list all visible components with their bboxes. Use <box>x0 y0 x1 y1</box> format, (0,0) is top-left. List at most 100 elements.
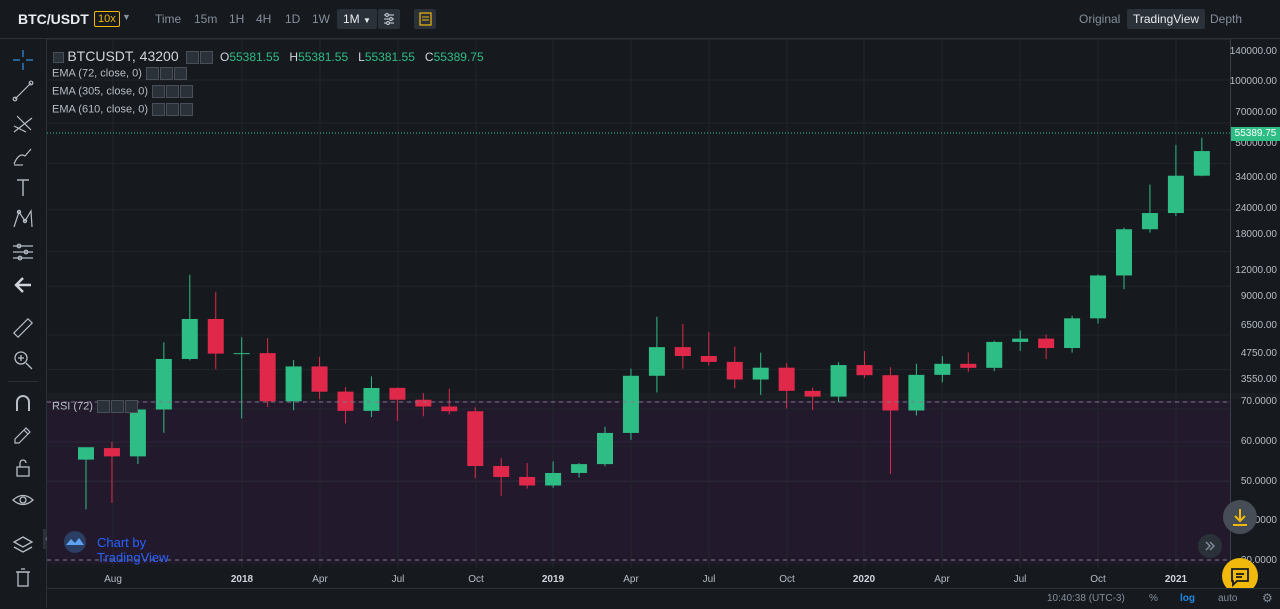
candle-body <box>830 365 847 397</box>
ema-label-1: EMA (72, close, 0) <box>52 67 142 80</box>
price-tick: 140000.00 <box>1229 46 1277 57</box>
rsi-tick: 60.0000 <box>1240 436 1277 447</box>
candle-body <box>1090 275 1107 319</box>
prediction-tool[interactable] <box>11 240 35 264</box>
candle-body <box>882 375 899 411</box>
price-tick: 18000.00 <box>1235 229 1277 240</box>
ema-label-3: EMA (610, close, 0) <box>52 103 148 116</box>
candle-body <box>597 432 613 465</box>
auto-toggle[interactable]: auto <box>1218 593 1237 604</box>
stay-in-draw-tool[interactable] <box>11 423 35 447</box>
candle-body <box>674 347 691 356</box>
layers-tool[interactable] <box>11 533 35 557</box>
candle <box>337 387 354 424</box>
candle <box>804 387 821 411</box>
chart-style-button[interactable] <box>414 9 436 29</box>
trendline-icon <box>12 80 34 102</box>
price-tick: 12000.00 <box>1235 265 1277 276</box>
candle <box>700 331 717 366</box>
settings-icon[interactable] <box>186 51 200 65</box>
indicator-settings-button[interactable] <box>378 9 400 29</box>
candle-body <box>1012 338 1029 342</box>
price-tick: 100000.00 <box>1229 76 1277 87</box>
sliders-icon <box>384 12 394 26</box>
scroll-to-realtime-button[interactable] <box>1198 534 1222 558</box>
back-button[interactable] <box>11 273 35 297</box>
candle <box>856 351 873 378</box>
collapse-legend-icon[interactable] <box>53 52 64 64</box>
pattern-tool[interactable] <box>11 207 35 231</box>
interval-15m[interactable]: 15m <box>194 12 217 26</box>
gear-icon[interactable] <box>166 85 180 98</box>
candle <box>1038 334 1055 360</box>
chevron-down-icon[interactable]: ▼ <box>122 12 131 22</box>
candle-body <box>545 472 562 486</box>
fib-tool[interactable] <box>11 112 35 136</box>
ema-legend-1: EMA (72, close, 0) <box>52 67 187 80</box>
lock-tool[interactable] <box>11 456 35 480</box>
candle-body <box>934 363 951 375</box>
eye-icon[interactable] <box>97 400 111 413</box>
gear-icon[interactable] <box>166 103 180 116</box>
price-chart[interactable] <box>47 39 1230 588</box>
interval-1d[interactable]: 1D <box>285 12 300 26</box>
interval-1m[interactable]: 1M ▼ <box>337 9 377 29</box>
time-axis[interactable]: Aug 2018 Apr Jul Oct 2019 Apr Jul Oct 20… <box>47 568 1230 588</box>
candle-body <box>337 391 354 411</box>
time-tick: 2018 <box>230 574 254 585</box>
close-icon[interactable] <box>180 103 194 116</box>
candle <box>311 356 328 400</box>
view-depth[interactable]: Depth <box>1210 12 1242 26</box>
visibility-tool[interactable] <box>11 488 35 512</box>
leverage-badge[interactable]: 10x <box>94 11 120 27</box>
trash-icon <box>16 568 30 587</box>
gear-icon[interactable]: ⚙ <box>1262 591 1273 605</box>
close-icon[interactable] <box>125 400 139 413</box>
crosshair-tool[interactable] <box>11 48 35 72</box>
gear-icon[interactable] <box>111 400 125 413</box>
scroll-to-bottom-button[interactable] <box>1223 500 1257 534</box>
delete-tool[interactable] <box>11 565 35 589</box>
eye-icon[interactable] <box>152 103 166 116</box>
ruler-tool[interactable] <box>11 316 35 340</box>
rsi-tick: 50.0000 <box>1240 476 1277 487</box>
candle <box>622 368 639 440</box>
eye-icon <box>12 494 34 506</box>
candle-body <box>311 366 328 392</box>
candle-body <box>259 353 276 402</box>
brush-tool[interactable] <box>11 144 35 168</box>
zoom-in-icon <box>14 351 33 370</box>
crosshair-icon <box>13 50 33 70</box>
eye-icon[interactable] <box>145 67 159 80</box>
magnet-tool[interactable] <box>11 391 35 415</box>
gear-icon[interactable] <box>159 67 173 80</box>
candle <box>1012 330 1029 351</box>
close-label: C <box>424 50 434 64</box>
view-original[interactable]: Original <box>1079 12 1120 26</box>
price-tick: 24000.00 <box>1235 203 1277 214</box>
close-icon[interactable] <box>173 67 187 80</box>
text-tool[interactable] <box>11 176 35 200</box>
interval-time[interactable]: Time <box>155 12 181 26</box>
candle-body <box>1193 151 1210 176</box>
gear-icon[interactable] <box>200 51 214 65</box>
symbol-pair[interactable]: BTC/USDT <box>18 11 89 27</box>
interval-4h[interactable]: 4H <box>256 12 271 26</box>
interval-1w[interactable]: 1W <box>312 12 330 26</box>
double-chevron-right-icon <box>1205 541 1215 551</box>
clock-timezone[interactable]: 10:40:38 (UTC-3) <box>1047 593 1125 604</box>
candle <box>674 323 691 369</box>
percent-toggle[interactable]: % <box>1149 593 1158 604</box>
eye-icon[interactable] <box>152 85 166 98</box>
candle-body <box>285 366 302 402</box>
zoom-tool[interactable] <box>11 348 35 372</box>
view-tradingview[interactable]: TradingView <box>1127 9 1206 29</box>
candle-body <box>1116 229 1132 276</box>
close-icon[interactable] <box>180 85 194 98</box>
brush-icon <box>13 148 32 166</box>
high-label: H <box>289 50 299 64</box>
candle <box>1116 227 1132 290</box>
interval-1h[interactable]: 1H <box>229 12 244 26</box>
log-toggle[interactable]: log <box>1180 593 1195 604</box>
trendline-tool[interactable] <box>11 79 35 103</box>
